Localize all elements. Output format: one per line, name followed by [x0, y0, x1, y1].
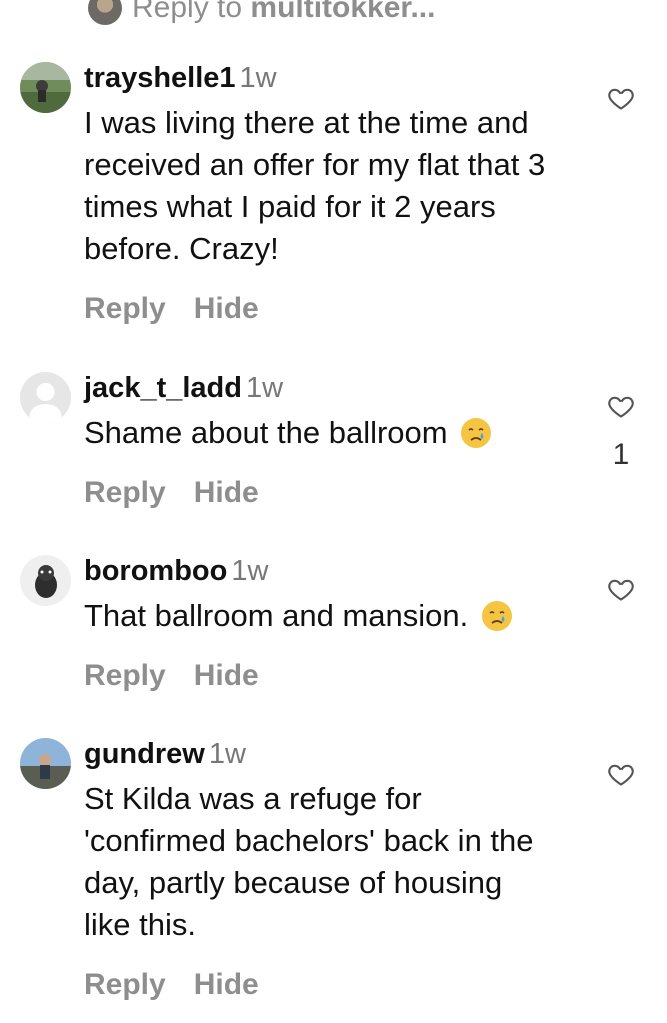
mini-avatar: [88, 0, 122, 25]
comment-text: St Kilda was a refuge for 'confirmed bac…: [84, 781, 534, 942]
avatar[interactable]: [20, 62, 71, 113]
reply-button[interactable]: Reply: [84, 292, 166, 326]
crying-face-emoji: [481, 601, 512, 631]
avatar[interactable]: [20, 738, 71, 789]
timestamp: 1w: [245, 372, 284, 404]
username[interactable]: gundrew: [84, 738, 205, 770]
hide-button[interactable]: Hide: [194, 292, 259, 326]
reply-button[interactable]: Reply: [84, 476, 166, 510]
reply-button[interactable]: Reply: [84, 659, 166, 693]
hide-button[interactable]: Hide: [194, 659, 259, 693]
comment-text: That ballroom and mansion.: [84, 595, 594, 637]
reply-button[interactable]: Reply: [84, 968, 166, 1002]
username[interactable]: jack_t_ladd: [84, 372, 242, 404]
heart-outline-icon[interactable]: [607, 84, 635, 112]
avatar[interactable]: [20, 555, 71, 606]
username[interactable]: boromboo: [84, 555, 227, 587]
hide-button[interactable]: Hide: [194, 968, 259, 1002]
heart-outline-icon[interactable]: [607, 575, 635, 603]
timestamp: 1w: [208, 738, 246, 770]
hide-button[interactable]: Hide: [194, 476, 259, 510]
username[interactable]: trayshelle1: [84, 62, 236, 94]
heart-outline-icon[interactable]: [607, 760, 635, 788]
reply-to-thread-link[interactable]: Reply to multitokker...: [88, 0, 435, 28]
comment-text: I was living there at the time and recei…: [84, 105, 546, 266]
reply-to-label: Reply to multitokker...: [132, 0, 436, 24]
timestamp: 1w: [239, 62, 277, 94]
crying-face-emoji: [461, 418, 492, 448]
avatar[interactable]: [20, 372, 71, 423]
heart-outline-icon[interactable]: [607, 392, 635, 420]
comment-text: Shame about the ballroom: [84, 412, 594, 454]
timestamp: 1w: [231, 555, 269, 587]
like-count: 1: [612, 438, 630, 471]
